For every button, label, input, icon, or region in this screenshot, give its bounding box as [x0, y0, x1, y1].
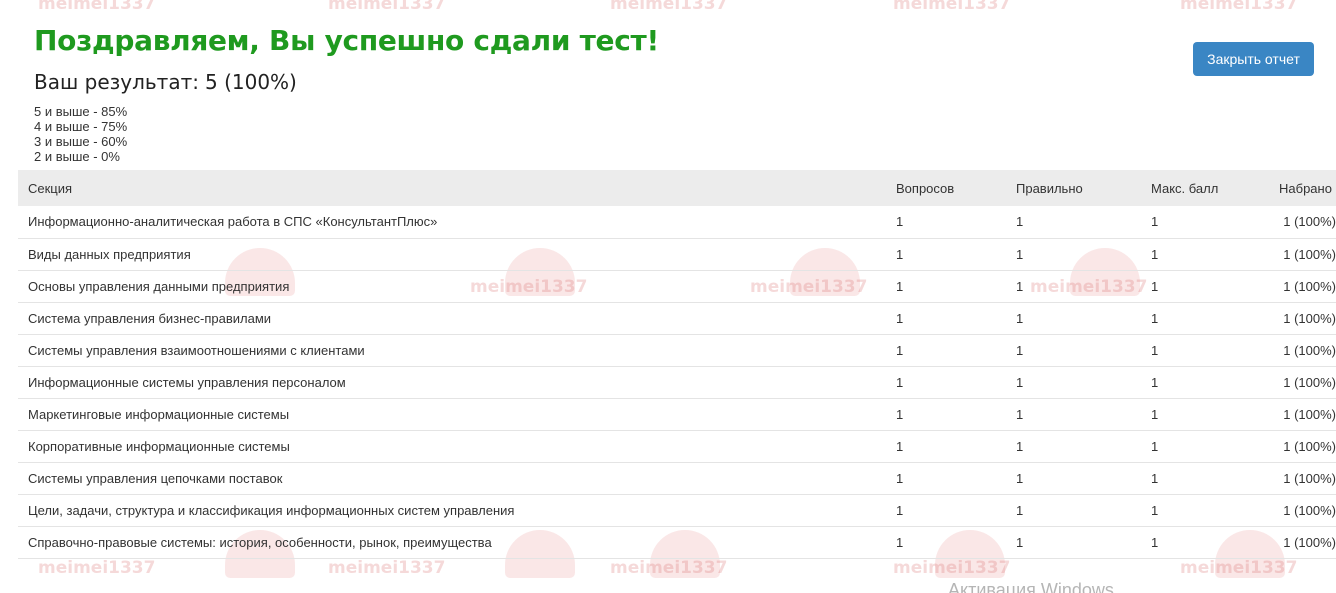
table-row: Виды данных предприятия 1 1 1 1 (100%)	[18, 238, 1336, 271]
correct-cell: 1	[1006, 302, 1141, 335]
scored-cell: 1 (100%)	[1269, 206, 1336, 239]
section-cell: Маркетинговые информационные системы	[18, 398, 886, 431]
table-row: Системы управления взаимоотношениями с к…	[18, 334, 1336, 367]
test-report-page: meimei1337 meimei1337 meimei1337 meimei1…	[0, 0, 1336, 593]
max-cell: 1	[1141, 238, 1269, 271]
score-heading: Ваш результат: 5 (100%)	[34, 70, 297, 94]
scored-cell: 1 (100%)	[1269, 302, 1336, 335]
column-header-section: Секция	[28, 180, 73, 196]
section-cell: Информационно-аналитическая работа в СПС…	[18, 206, 886, 239]
section-cell: Виды данных предприятия	[18, 238, 886, 271]
questions-cell: 1	[886, 526, 1006, 559]
questions-cell: 1	[886, 430, 1006, 463]
correct-cell: 1	[1006, 334, 1141, 367]
max-cell: 1	[1141, 270, 1269, 303]
table-row: Система управления бизнес-правилами 1 1 …	[18, 302, 1336, 335]
column-header-scored: Набрано	[1279, 180, 1332, 196]
correct-cell: 1	[1006, 206, 1141, 239]
grade-thresholds: 5 и выше - 85% 4 и выше - 75% 3 и выше -…	[34, 104, 127, 164]
watermark-text: meimei1337	[1180, 558, 1298, 578]
watermark-text: meimei1337	[610, 0, 728, 14]
table-row: Корпоративные информационные системы 1 1…	[18, 430, 1336, 463]
max-cell: 1	[1141, 462, 1269, 495]
correct-cell: 1	[1006, 366, 1141, 399]
section-cell: Корпоративные информационные системы	[18, 430, 886, 463]
column-header-correct: Правильно	[1016, 180, 1083, 196]
questions-cell: 1	[886, 398, 1006, 431]
scored-cell: 1 (100%)	[1269, 366, 1336, 399]
section-cell: Система управления бизнес-правилами	[18, 302, 886, 335]
table-row: Цели, задачи, структура и классификация …	[18, 494, 1336, 527]
table-row: Справочно-правовые системы: история, осо…	[18, 526, 1336, 559]
watermark-text: meimei1337	[38, 558, 156, 578]
watermark-text: meimei1337	[38, 0, 156, 14]
table-row: Информационно-аналитическая работа в СПС…	[18, 206, 1336, 239]
close-report-button[interactable]: Закрыть отчет	[1193, 42, 1314, 76]
column-header-questions: Вопросов	[896, 180, 955, 196]
correct-cell: 1	[1006, 238, 1141, 271]
correct-cell: 1	[1006, 398, 1141, 431]
max-cell: 1	[1141, 494, 1269, 527]
section-cell: Системы управления цепочками поставок	[18, 462, 886, 495]
correct-cell: 1	[1006, 526, 1141, 559]
watermark-text: meimei1337	[328, 0, 446, 14]
scored-cell: 1 (100%)	[1269, 494, 1336, 527]
score-label: Ваш результат:	[34, 70, 199, 94]
scored-cell: 1 (100%)	[1269, 270, 1336, 303]
scored-cell: 1 (100%)	[1269, 334, 1336, 367]
watermark-text: meimei1337	[328, 558, 446, 578]
grade-threshold-item: 3 и выше - 60%	[34, 134, 128, 149]
correct-cell: 1	[1006, 430, 1141, 463]
questions-cell: 1	[886, 494, 1006, 527]
watermark-text: meimei1337	[610, 558, 728, 578]
questions-cell: 1	[886, 206, 1006, 239]
table-header-row: Секция Вопросов Правильно Макс. балл Наб…	[18, 170, 1336, 206]
watermark-text: meimei1337	[1180, 0, 1298, 14]
section-cell: Цели, задачи, структура и классификация …	[18, 494, 886, 527]
max-cell: 1	[1141, 526, 1269, 559]
max-cell: 1	[1141, 430, 1269, 463]
max-cell: 1	[1141, 398, 1269, 431]
scored-cell: 1 (100%)	[1269, 238, 1336, 271]
grade-threshold-item: 5 и выше - 85%	[34, 104, 128, 119]
table-row: Основы управления данными предприятия 1 …	[18, 270, 1336, 303]
scored-cell: 1 (100%)	[1269, 430, 1336, 463]
questions-cell: 1	[886, 334, 1006, 367]
table-row: Системы управления цепочками поставок 1 …	[18, 462, 1336, 495]
grade-threshold-item: 2 и выше - 0%	[34, 149, 120, 164]
correct-cell: 1	[1006, 494, 1141, 527]
correct-cell: 1	[1006, 462, 1141, 495]
score-value: 5 (100%)	[204, 70, 297, 94]
questions-cell: 1	[886, 302, 1006, 335]
results-table: Секция Вопросов Правильно Макс. балл Наб…	[18, 170, 1336, 559]
windows-activation-overlay: Активация Windows	[948, 580, 1114, 593]
watermark-text: meimei1337	[893, 0, 1011, 14]
scored-cell: 1 (100%)	[1269, 398, 1336, 431]
section-cell: Справочно-правовые системы: история, осо…	[18, 526, 886, 559]
grade-threshold-item: 4 и выше - 75%	[34, 119, 128, 134]
max-cell: 1	[1141, 366, 1269, 399]
questions-cell: 1	[886, 462, 1006, 495]
table-row: Информационные системы управления персон…	[18, 366, 1336, 399]
congrats-heading: Поздравляем, Вы успешно сдали тест!	[34, 24, 659, 57]
max-cell: 1	[1141, 334, 1269, 367]
max-cell: 1	[1141, 206, 1269, 239]
scored-cell: 1 (100%)	[1269, 462, 1336, 495]
questions-cell: 1	[886, 270, 1006, 303]
section-cell: Информационные системы управления персон…	[18, 366, 886, 399]
section-cell: Основы управления данными предприятия	[18, 270, 886, 303]
questions-cell: 1	[886, 366, 1006, 399]
column-header-max: Макс. балл	[1151, 180, 1219, 196]
table-row: Маркетинговые информационные системы 1 1…	[18, 398, 1336, 431]
scored-cell: 1 (100%)	[1269, 526, 1336, 559]
correct-cell: 1	[1006, 270, 1141, 303]
watermark-text: meimei1337	[893, 558, 1011, 578]
max-cell: 1	[1141, 302, 1269, 335]
questions-cell: 1	[886, 238, 1006, 271]
section-cell: Системы управления взаимоотношениями с к…	[18, 334, 886, 367]
